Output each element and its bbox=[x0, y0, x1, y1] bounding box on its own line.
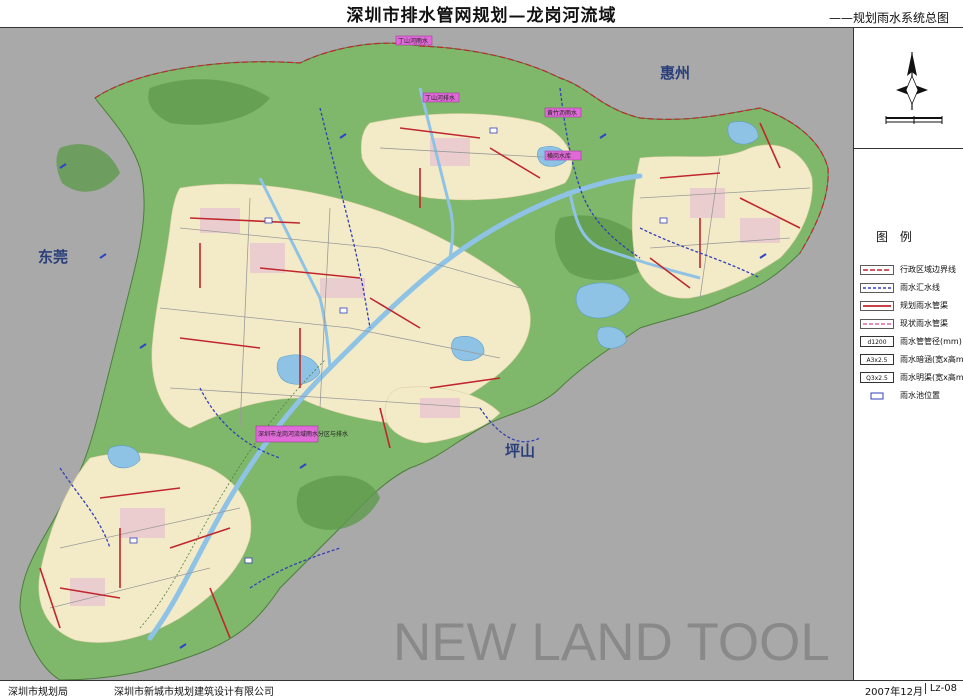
legend-label: 行政区域边界线 bbox=[900, 265, 956, 274]
legend-label: 雨水明渠(宽x高m) bbox=[900, 373, 963, 382]
panel-divider bbox=[854, 148, 963, 149]
legend-label: 雨水汇水线 bbox=[900, 283, 940, 292]
tank bbox=[339, 307, 348, 314]
map-title: 深圳市排水管网规划—龙岗河流域 bbox=[346, 6, 617, 26]
legend-item-open-channel: Q3x2.5 雨水明渠(宽x高m) bbox=[858, 372, 963, 386]
legend-item-planned-pipe: 规划雨水管渠 bbox=[858, 300, 963, 314]
legend-label: 规划雨水管渠 bbox=[900, 301, 948, 310]
tank bbox=[489, 127, 498, 134]
legend-label: 现状雨水管渠 bbox=[900, 319, 948, 328]
region-label-pingshan: 坪山 bbox=[505, 442, 535, 460]
legend-item-storage-tank: 雨水池位置 bbox=[858, 390, 963, 404]
red-solid-line-icon bbox=[860, 301, 894, 311]
tank bbox=[264, 217, 273, 224]
poi-label: 深圳市龙岗河流域雨水分区与排水 bbox=[258, 430, 348, 438]
pink-dash-line-icon bbox=[860, 319, 894, 329]
storage-tank-icon bbox=[870, 392, 884, 400]
legend-item-catchment-line: 雨水汇水线 bbox=[858, 282, 963, 296]
region-label-huizhou: 惠州 bbox=[660, 64, 690, 82]
red-dash-line-icon bbox=[860, 265, 894, 275]
side-panel: 图 例 行政区域边界线 雨水汇水线 规划雨水管渠 现状雨水管渠 d1200 雨水… bbox=[853, 28, 963, 680]
tank bbox=[244, 557, 253, 564]
region-label-dongguan: 东莞 bbox=[38, 248, 68, 266]
blue-dot-line-icon bbox=[860, 283, 894, 293]
north-arrow-icon bbox=[885, 52, 943, 124]
legend-title: 图 例 bbox=[876, 230, 916, 244]
tank bbox=[129, 537, 138, 544]
footer: 深圳市规划局 深圳市新城市规划建筑设计有限公司 2007年12月 Lz-08 bbox=[0, 680, 963, 698]
watermark: NEW LAND TOOL bbox=[393, 613, 830, 672]
legend-box: d1200 bbox=[860, 336, 894, 347]
legend-item-district-boundary: 行政区域边界线 bbox=[858, 264, 963, 278]
legend-item-existing-pipe: 现状雨水管渠 bbox=[858, 318, 963, 332]
block bbox=[690, 188, 725, 218]
footer-drawing-code: Lz-08 bbox=[924, 683, 957, 694]
map-canvas[interactable]: 丁山河雨水 丁山河排水 黄竹沥雨水 横岗水库 深圳市龙岗河流域雨水分区与排水 东… bbox=[0, 28, 853, 680]
map-subtitle: ——规划雨水系统总图 bbox=[828, 11, 949, 25]
legend-label: 雨水管管径(mm) bbox=[900, 337, 962, 346]
tank bbox=[659, 217, 668, 224]
legend-box: A3x2.5 bbox=[860, 354, 894, 365]
block bbox=[420, 398, 460, 418]
legend-item-pipe-diameter: d1200 雨水管管径(mm) bbox=[858, 336, 963, 350]
legend-label: 雨水池位置 bbox=[900, 391, 940, 400]
poi-label: 丁山河排水 bbox=[425, 94, 455, 102]
legend-item-culvert: A3x2.5 雨水暗涵(宽x高m) bbox=[858, 354, 963, 368]
legend-label: 雨水暗涵(宽x高m) bbox=[900, 355, 963, 364]
legend-box: Q3x2.5 bbox=[860, 372, 894, 383]
poi-label: 丁山河雨水 bbox=[398, 37, 428, 45]
poi-label: 横岗水库 bbox=[547, 152, 571, 160]
title-bar: 深圳市排水管网规划—龙岗河流域 ——规划雨水系统总图 bbox=[0, 0, 963, 28]
poi-label: 黄竹沥雨水 bbox=[547, 109, 577, 117]
